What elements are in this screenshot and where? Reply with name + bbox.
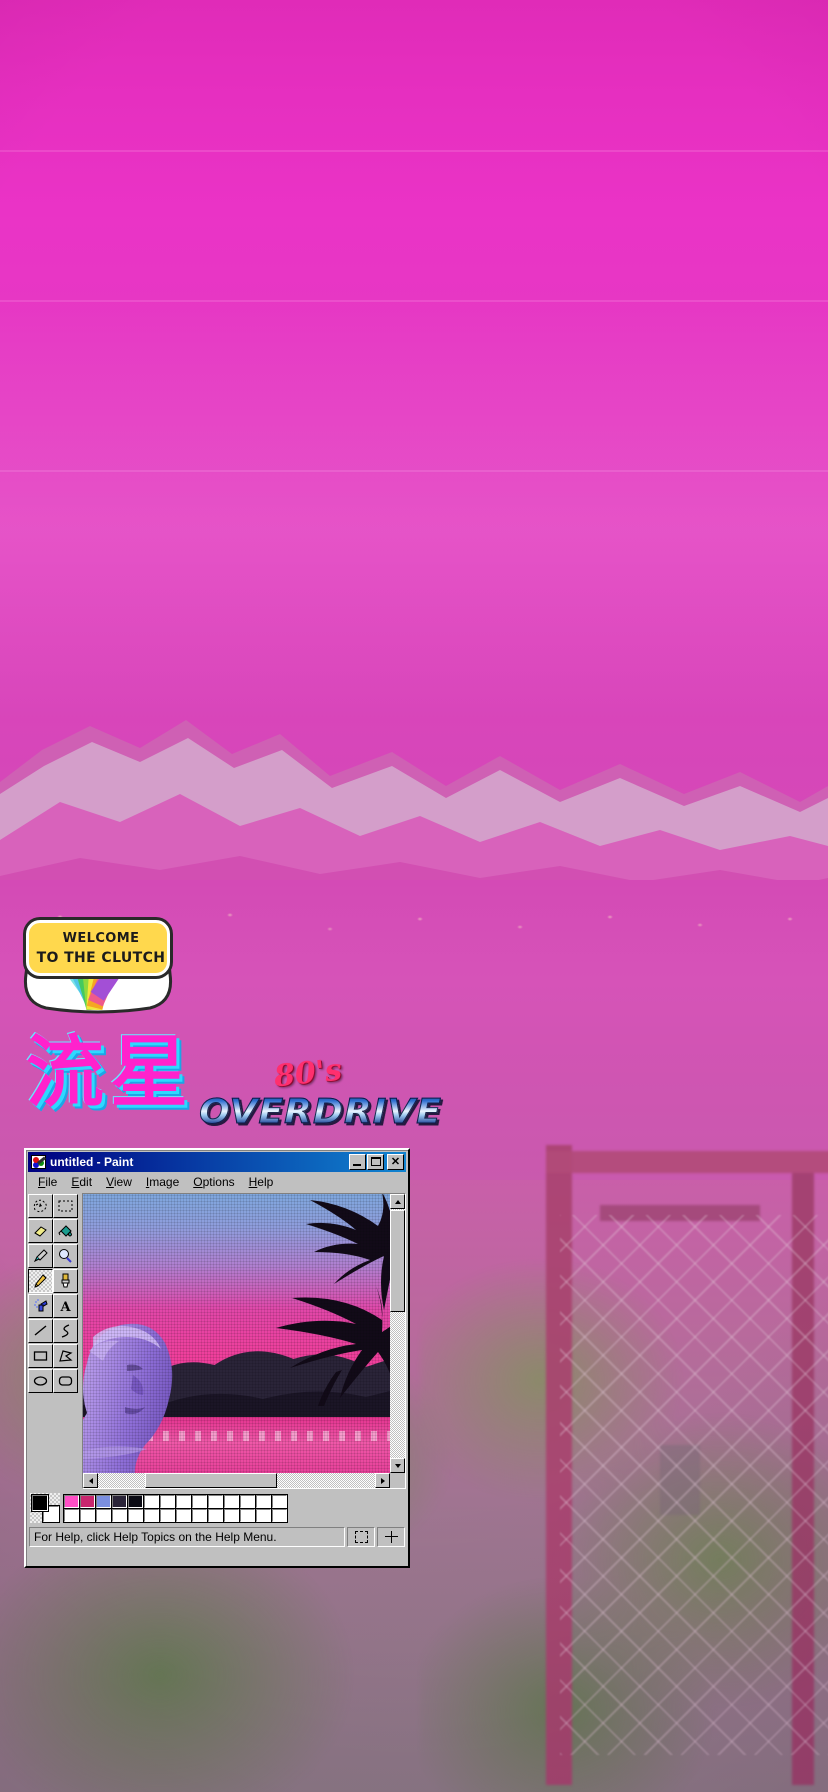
status-help-text: For Help, click Help Topics on the Help … — [29, 1527, 345, 1547]
paint-toolbox[interactable]: A — [28, 1193, 80, 1489]
text-tool[interactable]: A — [53, 1294, 78, 1318]
artwork-halftone-overlay — [83, 1194, 390, 1473]
polygon-tool[interactable] — [53, 1344, 78, 1368]
color-swatch[interactable] — [255, 1507, 272, 1523]
horizontal-scrollbar-thumb[interactable] — [145, 1473, 277, 1488]
curve-tool[interactable] — [53, 1319, 78, 1343]
menu-help[interactable]: Help — [243, 1174, 280, 1190]
paint-statusbar: For Help, click Help Topics on the Help … — [26, 1525, 408, 1550]
canvas-artwork — [83, 1194, 390, 1473]
color-swatch[interactable] — [63, 1507, 80, 1523]
kanji-logo: 流星 — [26, 1028, 195, 1118]
svg-text:A: A — [59, 1300, 71, 1314]
menu-view[interactable]: View — [100, 1174, 138, 1190]
select-tool[interactable] — [53, 1194, 78, 1218]
pencil-tool[interactable] — [28, 1269, 53, 1293]
color-swatch[interactable] — [79, 1493, 96, 1509]
maximize-button[interactable] — [367, 1154, 384, 1170]
close-button[interactable]: ✕ — [387, 1154, 404, 1170]
color-swatch[interactable] — [239, 1507, 256, 1523]
close-icon: ✕ — [390, 1155, 401, 1168]
color-swatch[interactable] — [223, 1493, 240, 1509]
ellipse-tool[interactable] — [28, 1369, 53, 1393]
welcome-sticker: WELCOME TO THE CLUTCH — [18, 916, 178, 1016]
color-swatch[interactable] — [143, 1507, 160, 1523]
color-swatch[interactable] — [63, 1493, 80, 1509]
color-swatch[interactable] — [95, 1507, 112, 1523]
color-swatch-row-1[interactable] — [63, 1493, 288, 1509]
color-swatch-row-2[interactable] — [63, 1507, 288, 1523]
overdrive-main-text: OVERDRIVE — [199, 1092, 442, 1133]
color-swatch[interactable] — [175, 1507, 192, 1523]
color-swatch[interactable] — [271, 1507, 288, 1523]
paint-palette-icon — [31, 1155, 46, 1169]
magnifier-tool[interactable] — [53, 1244, 78, 1268]
paint-window-title: untitled - Paint — [50, 1155, 134, 1169]
color-swatch[interactable] — [143, 1493, 160, 1509]
scroll-right-button[interactable] — [375, 1473, 390, 1488]
rectangle-tool[interactable] — [28, 1344, 53, 1368]
fill-with-color-tool[interactable] — [53, 1219, 78, 1243]
vertical-scrollbar-thumb[interactable] — [390, 1210, 405, 1312]
color-swatch[interactable] — [271, 1493, 288, 1509]
overdrive-eighties-text: 80's — [272, 1052, 344, 1095]
foreground-background-color-selector[interactable] — [30, 1493, 60, 1523]
color-swatch[interactable] — [159, 1507, 176, 1523]
cursor-position-icon — [384, 1531, 398, 1543]
color-swatch[interactable] — [111, 1507, 128, 1523]
color-swatch[interactable] — [255, 1493, 272, 1509]
eraser-tool[interactable] — [28, 1219, 53, 1243]
menu-file[interactable]: File — [32, 1174, 63, 1190]
paint-workspace: A — [26, 1193, 408, 1489]
paint-window[interactable]: untitled - Paint ✕ File Edit View Image … — [24, 1148, 410, 1568]
color-swatch[interactable] — [207, 1507, 224, 1523]
scroll-up-button[interactable] — [390, 1194, 405, 1209]
airbrush-tool[interactable] — [28, 1294, 53, 1318]
menu-image[interactable]: Image — [140, 1174, 185, 1190]
scroll-left-button[interactable] — [83, 1473, 98, 1488]
selection-size-icon — [354, 1531, 368, 1543]
color-swatch[interactable] — [239, 1493, 256, 1509]
overdrive-logo: OVERDRIVE 80's — [199, 1052, 442, 1136]
selection-size-indicator — [347, 1527, 375, 1547]
paint-titlebar[interactable]: untitled - Paint ✕ — [28, 1152, 406, 1172]
scrollbar-corner — [390, 1473, 405, 1488]
color-swatch[interactable] — [159, 1493, 176, 1509]
color-swatch[interactable] — [175, 1493, 192, 1509]
horizontal-scrollbar[interactable] — [83, 1473, 390, 1488]
color-swatch[interactable] — [111, 1493, 128, 1509]
brush-tool[interactable] — [53, 1269, 78, 1293]
paint-canvas[interactable] — [83, 1194, 390, 1473]
color-swatch[interactable] — [127, 1507, 144, 1523]
paint-canvas-area[interactable] — [82, 1193, 406, 1489]
rounded-rectangle-tool[interactable] — [53, 1369, 78, 1393]
window-controls[interactable]: ✕ — [349, 1154, 404, 1170]
vertical-scrollbar[interactable] — [390, 1194, 405, 1473]
paint-color-palette[interactable] — [26, 1489, 408, 1525]
color-swatch[interactable] — [207, 1493, 224, 1509]
menu-options[interactable]: Options — [187, 1174, 240, 1190]
color-swatch[interactable] — [127, 1493, 144, 1509]
sticker-line-2: TO THE CLUTCH — [36, 950, 166, 966]
color-swatch[interactable] — [191, 1507, 208, 1523]
minimize-button[interactable] — [349, 1154, 366, 1170]
line-tool[interactable] — [28, 1319, 53, 1343]
foreground-color-swatch[interactable] — [31, 1494, 49, 1512]
scroll-down-button[interactable] — [390, 1458, 405, 1473]
paint-menubar[interactable]: File Edit View Image Options Help — [26, 1172, 408, 1193]
menu-edit[interactable]: Edit — [65, 1174, 98, 1190]
color-swatch[interactable] — [79, 1507, 96, 1523]
cursor-position-indicator — [377, 1527, 405, 1547]
sticker-line-1: WELCOME — [62, 931, 140, 946]
color-swatch[interactable] — [191, 1493, 208, 1509]
free-form-select-tool[interactable] — [28, 1194, 53, 1218]
color-swatch[interactable] — [223, 1507, 240, 1523]
color-swatch[interactable] — [95, 1493, 112, 1509]
pick-color-tool[interactable] — [28, 1244, 53, 1268]
color-swatch-grid[interactable] — [63, 1493, 288, 1523]
sticker-plate: WELCOME TO THE CLUTCH — [26, 920, 170, 976]
